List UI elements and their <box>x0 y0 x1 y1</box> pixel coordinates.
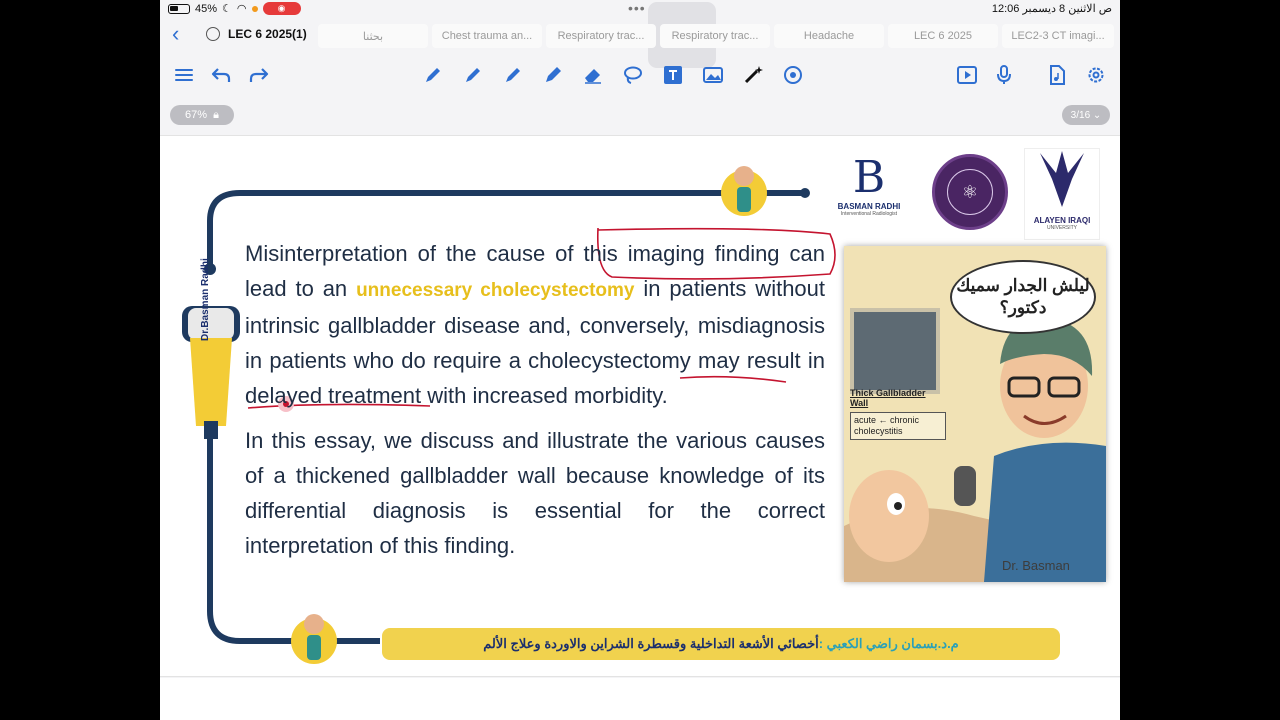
notes-app-screen: 45% ☾ ◠ ◉ ••• 12:06 ص الاثنين 8 ديسمبر ‹… <box>160 0 1120 720</box>
speech-bubble: ليلش الجدار سميك دكتور؟ <box>950 260 1096 334</box>
basman-radhi-logo: B BASMAN RADHI Interventional Radiologis… <box>834 154 904 226</box>
chevron-down-icon: ⌄ <box>1090 109 1102 121</box>
highlighter-icon[interactable] <box>540 62 566 88</box>
paragraph-2: In this essay, we discuss and illustrate… <box>245 428 825 558</box>
presenter-footer: م.د.بسمان راضي الكعبي : أخصائي الأشعة ال… <box>382 628 1060 660</box>
redo-icon[interactable] <box>246 62 272 88</box>
atom-icon: ⚛ <box>947 169 993 215</box>
tab-6[interactable]: LEC 6 2025 <box>888 24 998 48</box>
probe-label: Dr.Basman Radhi <box>200 258 211 341</box>
menu-icon[interactable] <box>171 62 197 88</box>
cartoon-signature: Dr. Basman <box>1002 558 1070 573</box>
document-sync-icon[interactable] <box>206 27 220 41</box>
recording-indicator[interactable]: ◉ <box>262 2 301 15</box>
college-seal-logo: ⚛ <box>932 154 1008 230</box>
eraser-icon[interactable] <box>580 62 606 88</box>
logo-name: BASMAN RADHI <box>837 202 901 211</box>
logo-subtitle: Interventional Radiologist <box>840 211 898 217</box>
microphone-icon[interactable] <box>991 62 1017 88</box>
privacy-dot-icon <box>251 5 258 12</box>
zoom-level: 67% <box>185 109 208 121</box>
magic-wand-icon[interactable] <box>740 62 766 88</box>
pen-tool-icon[interactable] <box>420 62 446 88</box>
next-page-area[interactable] <box>160 678 1120 720</box>
presenter-name: م.د.بسمان راضي الكعبي : <box>818 636 959 651</box>
battery-icon <box>168 3 190 14</box>
alayen-name: ALAYEN IRAQI <box>1033 216 1091 225</box>
tab-1[interactable]: بحثنا <box>318 24 428 48</box>
tab-7[interactable]: LEC2-3 CT imagi... <box>1002 24 1114 48</box>
audio-file-icon[interactable] <box>1044 62 1070 88</box>
ultrasound-note: acute ← chronic cholecystitis <box>850 412 946 440</box>
laser-pointer-icon[interactable] <box>780 62 806 88</box>
settings-gear-icon[interactable] <box>1083 62 1109 88</box>
alayen-subtitle: UNIVERSITY <box>1046 225 1077 231</box>
ultrasound-screen-image <box>850 308 940 394</box>
presentation-icon[interactable] <box>954 62 980 88</box>
alayen-university-logo: ALAYEN IRAQI UNIVERSITY <box>1024 148 1100 240</box>
tab-3[interactable]: Respiratory trac... <box>546 24 656 48</box>
document-tabs: ‹ LEC 6 2025(1) بحثنا Chest trauma an...… <box>160 20 1120 50</box>
slide-body-text: Misinterpretation of the cause of this i… <box>245 236 825 573</box>
highlighted-term: unnecessary cholecystectomy <box>356 280 635 301</box>
pen-tool-3-icon[interactable] <box>500 62 526 88</box>
ultrasound-caption: Thick Gallbladder Wall acute ← chronic c… <box>850 388 946 440</box>
page-number: 3/16 <box>1070 109 1091 121</box>
logo-letter: B <box>852 152 886 203</box>
status-bar: 45% ☾ ◠ ◉ ••• 12:06 ص الاثنين 8 ديسمبر <box>160 0 1120 18</box>
back-chevron-icon[interactable]: ‹ <box>172 23 179 45</box>
battery-level: 45% <box>195 2 218 15</box>
tab-4[interactable]: Respiratory trac... <box>660 24 770 48</box>
tulip-emblem-icon <box>1040 151 1084 207</box>
zoom-lock-pill[interactable]: 67% 🔒︎ <box>170 105 234 125</box>
slide-page[interactable]: Dr.Basman Radhi B BASMAN RADHI Intervent… <box>160 135 1120 677</box>
wifi-icon: ◠ <box>236 3 247 15</box>
annotation-toolbar <box>160 58 1120 92</box>
current-document-title[interactable]: LEC 6 2025(1) <box>228 27 307 41</box>
paragraph-1: Misinterpretation of the cause of this i… <box>245 236 825 413</box>
moon-icon: ☾ <box>222 3 232 15</box>
clock: 12:06 ص الاثنين 8 ديسمبر <box>991 3 1112 15</box>
doctor-cartoon-image: ليلش الجدار سميك دكتور؟ Thick Gallbladde… <box>844 246 1106 582</box>
pen-tool-2-icon[interactable] <box>460 62 486 88</box>
undo-icon[interactable] <box>208 62 234 88</box>
image-tool-icon[interactable] <box>700 62 726 88</box>
lasso-icon[interactable] <box>620 62 646 88</box>
presenter-title: أخصائي الأشعة التداخلية وقسطرة الشراين و… <box>483 636 819 651</box>
tab-2[interactable]: Chest trauma an... <box>432 24 542 48</box>
multitask-dots-icon[interactable]: ••• <box>628 0 646 16</box>
ultrasound-title: Thick Gallbladder Wall <box>850 388 926 408</box>
text-tool-icon[interactable] <box>660 62 686 88</box>
tab-5[interactable]: Headache <box>774 24 884 48</box>
page-indicator[interactable]: 3/16 ⌄ <box>1062 105 1110 125</box>
lock-icon: 🔒︎ <box>213 108 219 121</box>
